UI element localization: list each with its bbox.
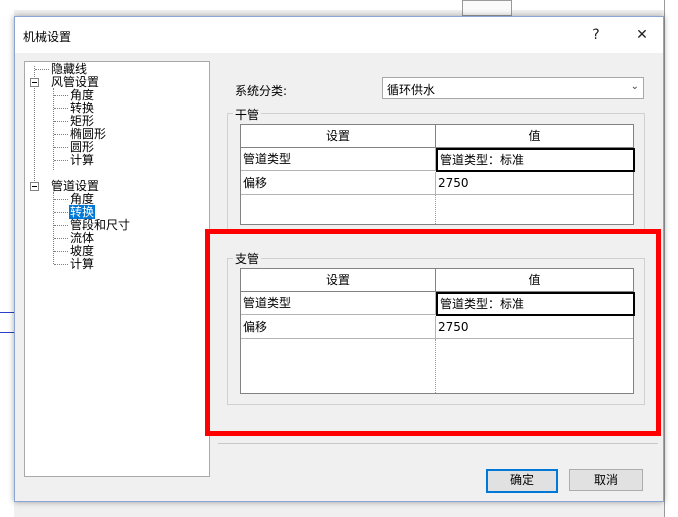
title-bar: 机械设置 ? ✕ bbox=[15, 17, 663, 53]
tree-connector bbox=[54, 134, 68, 135]
tree-item-label: 隐藏线 bbox=[51, 62, 88, 76]
close-icon: ✕ bbox=[636, 27, 648, 43]
tree-item-label: 圆形 bbox=[70, 140, 95, 154]
tree-connector bbox=[54, 147, 68, 148]
tree-item-label: 风管设置 bbox=[51, 75, 100, 89]
highlight-annotation-box bbox=[205, 229, 661, 436]
tree-connector bbox=[53, 88, 54, 170]
tree-item-label: 坡度 bbox=[70, 244, 95, 258]
tree-connector bbox=[54, 238, 68, 239]
tree-item-label: 椭圆形 bbox=[70, 127, 107, 141]
tree-item-pipe-calculation[interactable]: 计算 bbox=[70, 258, 94, 271]
tree-item-label: 转换 bbox=[69, 205, 96, 219]
background-divider bbox=[664, 0, 665, 517]
ok-button[interactable]: 确定 bbox=[486, 469, 558, 493]
tree-connector bbox=[54, 225, 68, 226]
tree-connector bbox=[54, 199, 68, 200]
tree-item-label: 计算 bbox=[70, 257, 95, 271]
grid-cell-setting[interactable]: 偏移 bbox=[241, 172, 436, 195]
background-app-left bbox=[0, 10, 14, 517]
system-classification-dropdown[interactable]: 循环供水 ⌄ bbox=[382, 77, 644, 99]
column-header-value[interactable]: 值 bbox=[436, 125, 633, 148]
system-classification-value: 循环供水 bbox=[387, 83, 436, 97]
main-pipe-title: 干管 bbox=[233, 106, 262, 123]
tree-connector bbox=[54, 264, 68, 265]
background-line bbox=[0, 332, 14, 333]
tree-connector bbox=[54, 108, 68, 109]
tree-connector bbox=[54, 121, 68, 122]
tree-connector bbox=[35, 69, 49, 70]
collapse-icon[interactable] bbox=[30, 182, 39, 191]
tree-item-label: 转换 bbox=[70, 101, 95, 115]
help-button[interactable]: ? bbox=[581, 23, 611, 47]
background-line bbox=[0, 312, 14, 313]
tree-item-label: 计算 bbox=[70, 153, 95, 167]
close-button[interactable]: ✕ bbox=[627, 23, 657, 47]
tree-connector bbox=[54, 212, 68, 213]
grid-cell-value[interactable]: 管道类型：标准 bbox=[436, 148, 635, 172]
cancel-button[interactable]: 取消 bbox=[569, 469, 643, 491]
tree-item-label: 矩形 bbox=[70, 114, 95, 128]
tree-item-label: 角度 bbox=[70, 192, 95, 206]
background-app-strip bbox=[0, 0, 678, 10]
grid-cell-value[interactable]: 2750 bbox=[436, 172, 633, 195]
tree-connector bbox=[54, 251, 68, 252]
background-app-field bbox=[462, 0, 512, 16]
system-classification-label: 系统分类: bbox=[235, 84, 288, 98]
dialog-title: 机械设置 bbox=[23, 30, 72, 44]
grid-cell-setting[interactable]: 管道类型 bbox=[241, 148, 436, 171]
main-pipe-grid[interactable]: 设置 值 管道类型 管道类型：标准 偏移 2750 bbox=[240, 124, 635, 225]
tree-item-label: 流体 bbox=[70, 231, 95, 245]
tree-item-label: 管段和尺寸 bbox=[70, 218, 131, 232]
chevron-down-icon: ⌄ bbox=[630, 81, 639, 92]
tree-connector bbox=[53, 192, 54, 264]
collapse-icon[interactable] bbox=[30, 78, 39, 87]
tree-connector bbox=[54, 95, 68, 96]
settings-tree[interactable]: 隐藏线 风管设置 角度 转换 矩形 椭圆形 圆形 计算 管道设置 角度 转换 管… bbox=[24, 61, 210, 477]
grid-divider bbox=[435, 195, 436, 224]
tree-item-label: 管道设置 bbox=[51, 179, 100, 193]
tree-item-duct-calculation[interactable]: 计算 bbox=[70, 154, 94, 167]
tree-item-label: 角度 bbox=[70, 88, 95, 102]
column-header-setting[interactable]: 设置 bbox=[241, 125, 436, 148]
background-app-right bbox=[664, 0, 678, 517]
footer-separator bbox=[218, 443, 658, 444]
tree-connector bbox=[54, 160, 68, 161]
